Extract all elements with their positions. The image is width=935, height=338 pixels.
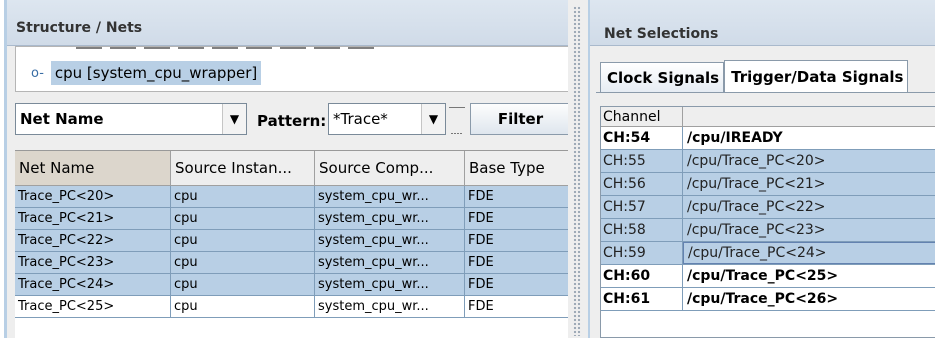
cell-source-instance: cpu bbox=[171, 252, 315, 273]
structure-nets-panel: Structure / Nets o- cpu [system_cpu_wrap… bbox=[4, 0, 568, 338]
cell-base-type: FDE bbox=[465, 274, 568, 295]
column-header-source-component[interactable]: Source Comp... bbox=[315, 151, 465, 186]
tree-node-cpu[interactable]: o- cpu [system_cpu_wrapper] bbox=[31, 61, 262, 85]
column-header-net-name[interactable]: Net Name bbox=[15, 151, 171, 186]
panel-title: Net Selections bbox=[604, 26, 719, 42]
tree-node-icon: o- bbox=[31, 65, 44, 81]
cell-source-instance: cpu bbox=[171, 230, 315, 251]
column-header-base-type[interactable]: Base Type bbox=[465, 151, 568, 186]
cell-base-type: FDE bbox=[465, 186, 568, 207]
table-row[interactable]: Trace_PC<22> cpu system_cpu_wr... FDE bbox=[15, 230, 568, 252]
cell-signal-name: /cpu/Trace_PC<21> bbox=[687, 176, 826, 192]
nets-table-header: Net Name Source Instan... Source Comp...… bbox=[15, 151, 568, 186]
table-row[interactable]: CH:55 /cpu/Trace_PC<20> bbox=[601, 150, 935, 173]
cell-signal-name: /cpu/Trace_PC<25> bbox=[687, 268, 839, 284]
cell-source-component: system_cpu_wr... bbox=[315, 186, 465, 207]
cell-net-name: Trace_PC<24> bbox=[15, 274, 171, 295]
filter-bar: Net Name ▼ Pattern: *Trace* ▼ Filter bbox=[15, 98, 568, 142]
cell-signal-name: /cpu/Trace_PC<23> bbox=[687, 222, 826, 238]
table-row[interactable]: CH:59 /cpu/Trace_PC<24> bbox=[601, 242, 935, 265]
cell-base-type: FDE bbox=[465, 208, 568, 229]
cell-net-name: Trace_PC<23> bbox=[15, 252, 171, 273]
cell-signal-name: /cpu/Trace_PC<24> bbox=[683, 242, 935, 264]
table-row[interactable]: Trace_PC<24> cpu system_cpu_wr... FDE bbox=[15, 274, 568, 296]
cell-base-type: FDE bbox=[465, 252, 568, 273]
cell-base-type: FDE bbox=[465, 230, 568, 251]
cell-channel: CH:60 bbox=[601, 265, 683, 287]
nets-table[interactable]: Net Name Source Instan... Source Comp...… bbox=[15, 150, 568, 338]
pattern-label: Pattern: bbox=[257, 112, 327, 130]
signals-table-header: Channel bbox=[601, 107, 935, 127]
cell-base-type: FDE bbox=[465, 296, 568, 317]
table-row[interactable]: CH:60 /cpu/Trace_PC<25> bbox=[601, 265, 935, 288]
chevron-down-icon[interactable]: ▼ bbox=[222, 104, 246, 134]
cell-net-name: Trace_PC<25> bbox=[15, 296, 171, 317]
chevron-down-icon[interactable]: ▼ bbox=[421, 104, 445, 134]
net-selections-header: Net Selections bbox=[590, 0, 935, 46]
cell-source-component: system_cpu_wr... bbox=[315, 252, 465, 273]
cell-source-instance: cpu bbox=[171, 208, 315, 229]
pattern-value[interactable]: *Trace* bbox=[329, 110, 421, 128]
cell-source-component: system_cpu_wr... bbox=[315, 208, 465, 229]
tab-clock-signals[interactable]: Clock Signals bbox=[600, 62, 725, 92]
table-row[interactable]: Trace_PC<23> cpu system_cpu_wr... FDE bbox=[15, 252, 568, 274]
cell-net-name: Trace_PC<21> bbox=[15, 208, 171, 229]
table-row[interactable]: CH:61 /cpu/Trace_PC<26> bbox=[601, 288, 935, 311]
cell-channel: CH:56 bbox=[601, 173, 683, 195]
cell-net-name: Trace_PC<20> bbox=[15, 186, 171, 207]
cell-channel: CH:54 bbox=[601, 127, 683, 149]
cell-source-component: system_cpu_wr... bbox=[315, 296, 465, 317]
resize-grip-icon[interactable] bbox=[447, 98, 467, 138]
panel-title: Structure / Nets bbox=[16, 20, 143, 36]
panel-splitter[interactable] bbox=[568, 0, 588, 338]
tree-scrolled-row bbox=[76, 47, 376, 49]
filter-field-select[interactable]: Net Name ▼ bbox=[15, 103, 247, 135]
table-row[interactable]: CH:54 /cpu/IREADY bbox=[601, 127, 935, 150]
tree-node-label: cpu [system_cpu_wrapper] bbox=[50, 61, 262, 85]
table-row[interactable]: Trace_PC<21> cpu system_cpu_wr... FDE bbox=[15, 208, 568, 230]
cell-source-component: system_cpu_wr... bbox=[315, 274, 465, 295]
signal-tabs: Clock Signals Trigger/Data Signals bbox=[600, 60, 909, 92]
cell-source-instance: cpu bbox=[171, 274, 315, 295]
table-row[interactable]: CH:58 /cpu/Trace_PC<23> bbox=[601, 219, 935, 242]
cell-channel: CH:59 bbox=[601, 242, 683, 264]
tab-divider bbox=[596, 92, 935, 93]
cell-signal-name: /cpu/Trace_PC<20> bbox=[687, 153, 826, 169]
cell-source-instance: cpu bbox=[171, 186, 315, 207]
cell-channel: CH:58 bbox=[601, 219, 683, 241]
cell-source-component: system_cpu_wr... bbox=[315, 230, 465, 251]
cell-source-instance: cpu bbox=[171, 296, 315, 317]
filter-field-value: Net Name bbox=[20, 110, 104, 128]
column-header-channel[interactable]: Channel bbox=[601, 107, 683, 126]
table-row[interactable]: CH:57 /cpu/Trace_PC<22> bbox=[601, 196, 935, 219]
cell-channel: CH:61 bbox=[601, 288, 683, 310]
table-row[interactable]: Trace_PC<25> cpu system_cpu_wr... FDE bbox=[15, 296, 568, 318]
table-row[interactable]: Trace_PC<20> cpu system_cpu_wr... FDE bbox=[15, 186, 568, 208]
cell-net-name: Trace_PC<22> bbox=[15, 230, 171, 251]
column-header-signal[interactable] bbox=[683, 107, 935, 126]
filter-button[interactable]: Filter bbox=[470, 103, 568, 135]
pattern-combo[interactable]: *Trace* ▼ bbox=[328, 103, 446, 135]
splitter-grip-icon bbox=[573, 6, 581, 336]
cell-signal-name: /cpu/Trace_PC<22> bbox=[687, 199, 826, 215]
cell-signal-name: /cpu/IREADY bbox=[687, 130, 783, 146]
cell-channel: CH:55 bbox=[601, 150, 683, 172]
tab-trigger-data-signals[interactable]: Trigger/Data Signals bbox=[724, 60, 909, 92]
signals-table[interactable]: Channel CH:54 /cpu/IREADY CH:55 /cpu/Tra… bbox=[600, 106, 935, 338]
structure-nets-header: Structure / Nets bbox=[7, 0, 568, 46]
structure-tree[interactable]: o- cpu [system_cpu_wrapper] bbox=[15, 46, 568, 92]
cell-signal-name: /cpu/Trace_PC<26> bbox=[687, 291, 839, 307]
column-header-source-instance[interactable]: Source Instan... bbox=[171, 151, 315, 186]
table-row[interactable]: CH:56 /cpu/Trace_PC<21> bbox=[601, 173, 935, 196]
net-selections-panel: Net Selections Clock Signals Trigger/Dat… bbox=[588, 0, 935, 338]
cell-channel: CH:57 bbox=[601, 196, 683, 218]
